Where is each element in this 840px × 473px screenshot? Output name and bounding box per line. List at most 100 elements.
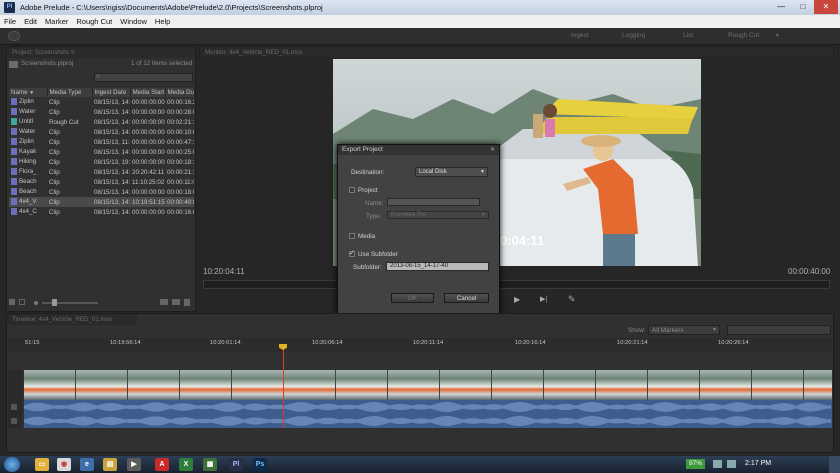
- chrome-taskbar-icon[interactable]: ◉: [57, 458, 71, 471]
- current-timecode[interactable]: 10:20:04:11: [203, 267, 245, 276]
- close-button[interactable]: ✕: [814, 0, 838, 14]
- project-name-input[interactable]: [387, 198, 480, 206]
- prelude-taskbar-icon[interactable]: Pl: [229, 458, 243, 471]
- play-icon[interactable]: ▶: [514, 295, 520, 304]
- folder-icon: [9, 61, 18, 68]
- table-row[interactable]: Untitl Rough Cut 08/15/13, 14: 00:00:00:00 0…: [9, 117, 194, 127]
- subfolder-input[interactable]: 2013-08-15_14-17-40: [386, 262, 489, 271]
- cell-type: Clip: [47, 197, 92, 207]
- video-track-thumbnails[interactable]: [24, 370, 832, 400]
- app-taskbar-icon[interactable]: ▦: [203, 458, 217, 471]
- table-row[interactable]: Beach Clip 08/15/13, 14: 11:10:25:02 00:00:1…: [9, 177, 194, 187]
- step-forward-icon[interactable]: ▶|: [540, 295, 547, 303]
- playhead-line[interactable]: [283, 346, 284, 428]
- timeline-panel-tab[interactable]: Timeline: 4x4_Vehicle_RED_01.mov: [7, 314, 137, 325]
- trash-icon[interactable]: [184, 299, 190, 306]
- cell-text: 08/15/13, 14:: [94, 178, 130, 186]
- project-search-input[interactable]: [94, 73, 193, 82]
- volume-icon[interactable]: [727, 460, 736, 468]
- cancel-button[interactable]: Cancel: [444, 293, 489, 303]
- monitor-scrubber[interactable]: [203, 280, 830, 289]
- video-thumbnail-frame: [440, 370, 491, 400]
- show-desktop-button[interactable]: [829, 456, 840, 473]
- speaker-icon[interactable]: [11, 418, 17, 424]
- folder-taskbar-icon[interactable]: ▤: [103, 458, 117, 471]
- new-folder-icon[interactable]: [172, 299, 180, 305]
- cell-text: Beach: [19, 178, 37, 186]
- table-row[interactable]: Flora_ Clip 08/15/13, 14: 20:20:42:11 00:00:…: [9, 167, 194, 177]
- menu-rough-cut[interactable]: Rough Cut: [72, 15, 116, 26]
- show-markers-select[interactable]: All Markers ▼: [648, 325, 720, 335]
- show-markers-value: All Markers: [652, 327, 684, 334]
- settings-wrench-icon[interactable]: ✎: [568, 294, 576, 305]
- dialog-close-icon[interactable]: ✕: [490, 146, 495, 153]
- battery-indicator[interactable]: 97%: [686, 459, 706, 469]
- table-row[interactable]: Hiking Clip 08/15/13, 19:26:47:1700:00:00:…: [9, 157, 194, 167]
- column-header-ingest-date[interactable]: Ingest Date: [92, 88, 131, 97]
- ie-taskbar-icon[interactable]: e: [80, 458, 94, 471]
- cell-date: 08/15/13, 14:: [92, 177, 130, 187]
- tab-logging[interactable]: Logging: [622, 32, 645, 39]
- column-header-name[interactable]: Name ▼: [9, 88, 48, 97]
- menu-marker[interactable]: Marker: [41, 15, 72, 26]
- menu-edit[interactable]: Edit: [20, 15, 41, 26]
- table-row[interactable]: Water Clip 08/15/13, 14: 00:00:00:00 00:00:2…: [9, 107, 194, 117]
- thumbnail-size-slider[interactable]: [42, 302, 98, 304]
- cell-text: Ziplin: [19, 98, 34, 106]
- workspace-menu-icon[interactable]: ▾: [776, 32, 779, 39]
- slider-handle[interactable]: [52, 299, 57, 306]
- cell-text: 08/15/13, 14:: [94, 118, 130, 126]
- new-bin-icon[interactable]: [160, 299, 168, 305]
- list-view-icon[interactable]: [9, 299, 15, 305]
- zoom-out-icon[interactable]: [34, 301, 38, 305]
- project-panel-tab[interactable]: Project: Screenshots ≡: [7, 47, 195, 58]
- ok-button[interactable]: OK: [391, 293, 434, 303]
- tab-rough-cut[interactable]: Rough Cut: [728, 32, 759, 39]
- column-header-media-start[interactable]: Media Start: [130, 88, 166, 97]
- use-subfolder-checkbox[interactable]: ✓: [349, 250, 355, 257]
- table-row[interactable]: 4x4_C Clip 08/15/13, 14: 00:00:00:00 00:00:1…: [9, 207, 194, 217]
- table-row[interactable]: Beach Clip 08/15/13, 14: 00:00:00:00 00:00:1…: [9, 187, 194, 197]
- photoshop-taskbar-icon[interactable]: Ps: [253, 458, 267, 471]
- menu-file[interactable]: File: [0, 15, 20, 26]
- ruler-tick-label: 10:20:26:14: [718, 340, 749, 346]
- menu-window[interactable]: Window: [116, 15, 151, 26]
- use-subfolder-label: Use Subfolder: [358, 251, 398, 258]
- table-row[interactable]: Water Clip 08/15/13, 14: 00:00:00:00 00:00:1…: [9, 127, 194, 137]
- table-row[interactable]: Kayak Clip 08/15/13, 14: 00:00:00:00 00:00:2…: [9, 147, 194, 157]
- cell-text: Water: [19, 108, 36, 116]
- cell-text: 00:00:18:18: [167, 158, 194, 166]
- cell-type: Clip: [47, 137, 92, 147]
- icon-view-icon[interactable]: [19, 299, 25, 305]
- table-row[interactable]: Ziplin Clip 08/15/13, 11:43:26:0600:00:00:…: [9, 137, 194, 147]
- table-row[interactable]: Ziplin Clip 08/15/13, 14: 00:00:00:00 00:00:…: [9, 97, 194, 107]
- tab-ingest[interactable]: Ingest: [571, 32, 589, 39]
- clock[interactable]: 2:17 PM: [745, 460, 771, 467]
- tab-list[interactable]: List: [683, 32, 693, 39]
- excel-taskbar-icon[interactable]: X: [179, 458, 193, 471]
- media-checkbox[interactable]: [349, 233, 355, 239]
- destination-select[interactable]: Local Disk ▼: [415, 167, 488, 177]
- acrobat-taskbar-icon[interactable]: A: [155, 458, 169, 471]
- menu-help[interactable]: Help: [151, 15, 174, 26]
- maximize-button[interactable]: □: [792, 0, 814, 14]
- timeline-search-input[interactable]: [727, 325, 831, 335]
- column-header-media-type[interactable]: Media Type: [47, 88, 93, 97]
- column-header-media-duration[interactable]: Media Du...: [165, 88, 195, 97]
- explorer-taskbar-icon[interactable]: ▭: [35, 458, 49, 471]
- cell-text: Hiking: [19, 158, 37, 166]
- cloud-sync-icon[interactable]: [8, 31, 20, 41]
- cell-text: Clip: [49, 158, 60, 166]
- minimize-button[interactable]: —: [770, 0, 792, 14]
- type-select[interactable]: Premiere Pro ▼: [387, 211, 489, 219]
- table-row[interactable]: 4x4_V Clip 08/15/13, 14: 10:19:51:15 00:00:4…: [9, 197, 194, 207]
- cell-start: 00:00:00:00: [130, 97, 165, 107]
- project-checkbox[interactable]: [349, 187, 355, 193]
- title-bar: Pl Adobe Prelude - C:\Users\ngiss\Docume…: [0, 0, 840, 15]
- speaker-icon[interactable]: [11, 404, 17, 410]
- waveform-path: [24, 402, 831, 426]
- start-button[interactable]: [4, 457, 20, 472]
- media-taskbar-icon[interactable]: ▶: [127, 458, 141, 471]
- network-icon[interactable]: [713, 460, 722, 468]
- audio-track-waveform[interactable]: [24, 400, 832, 428]
